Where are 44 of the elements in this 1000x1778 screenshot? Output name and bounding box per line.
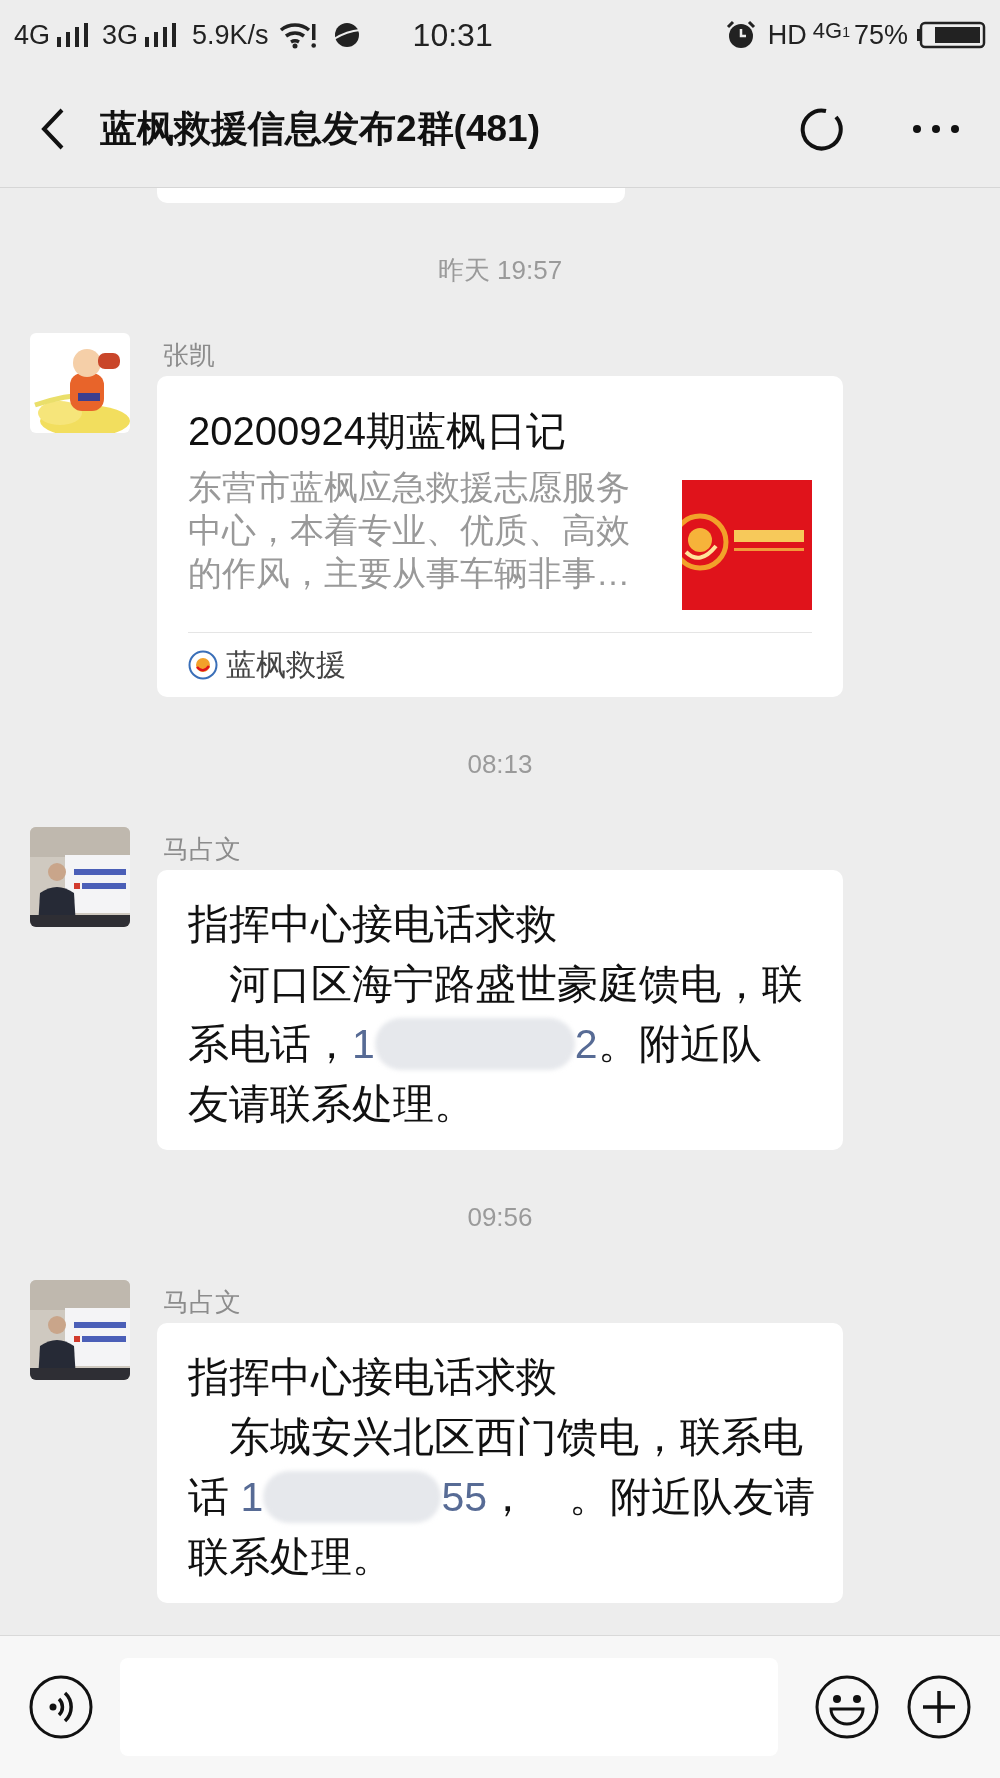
planet-icon [332, 21, 361, 49]
chat-title: 蓝枫救援信息发布2群(481) [100, 106, 540, 151]
alarm-icon [725, 20, 756, 50]
battery-percent: 75% [853, 18, 908, 52]
plus-icon[interactable] [906, 1674, 972, 1740]
message-text: 东城安兴北区西门馈电，联系电 [228, 1413, 803, 1462]
voice-icon[interactable] [28, 1674, 94, 1740]
emoji-icon[interactable] [814, 1674, 880, 1740]
clock-time: 10:31 [412, 16, 493, 55]
card-title: 20200924期蓝枫日记 [188, 408, 567, 455]
phone-link[interactable]: 1 [352, 1014, 375, 1074]
message-text: 联系处理。 [188, 1533, 393, 1582]
timestamp: 08:13 [467, 749, 533, 779]
message-text: 河口区海宁路盛世豪庭馈电，联 [228, 960, 803, 1009]
message-text: 系电话， [188, 1020, 352, 1069]
message-text: 话 [188, 1473, 230, 1522]
emblem-icon [188, 650, 218, 680]
message-text: 友请联系处理。 [188, 1080, 475, 1129]
sender-name: 张凯 [163, 340, 216, 370]
battery-icon [916, 21, 986, 49]
link-card[interactable]: 20200924期蓝枫日记 东营市蓝枫应急救援志愿服务中心，本着专业、优质、高效的作风，主要从事车辆非事… 蓝枫救援 [157, 376, 843, 697]
sender-name: 马占文 [163, 834, 242, 864]
network-label: 3G [102, 18, 139, 52]
phone-link[interactable]: 2 [574, 1014, 598, 1074]
signal-icon [144, 23, 179, 47]
speed-text: 5.9K/s [192, 18, 269, 52]
wifi-alert-icon [278, 21, 317, 49]
sender-name: 马占文 [163, 1287, 242, 1317]
phone-link[interactable]: 55 [441, 1467, 487, 1527]
hd-label: HD [767, 18, 807, 52]
message-text: 。附近队 [597, 1020, 762, 1069]
phone-link[interactable]: 1 [240, 1467, 264, 1527]
network-label: 4G [812, 16, 843, 45]
message-text: ， 。附近队友请 [487, 1473, 815, 1522]
message-title: 指挥中心接电话求救 [188, 900, 558, 949]
message-title: 指挥中心接电话求救 [188, 1353, 558, 1402]
timestamp: 昨天 19:57 [437, 255, 563, 285]
timestamp: 09:56 [467, 1202, 533, 1232]
sim-number: 1 [842, 22, 850, 42]
network-label: 4G [14, 18, 51, 52]
card-description: 东营市蓝枫应急救援志愿服务中心，本着专业、优质、高效的作风，主要从事车辆非事… [188, 467, 631, 594]
signal-icon [56, 23, 91, 47]
source-name: 蓝枫救援 [226, 647, 346, 683]
more-icon[interactable] [912, 123, 960, 134]
